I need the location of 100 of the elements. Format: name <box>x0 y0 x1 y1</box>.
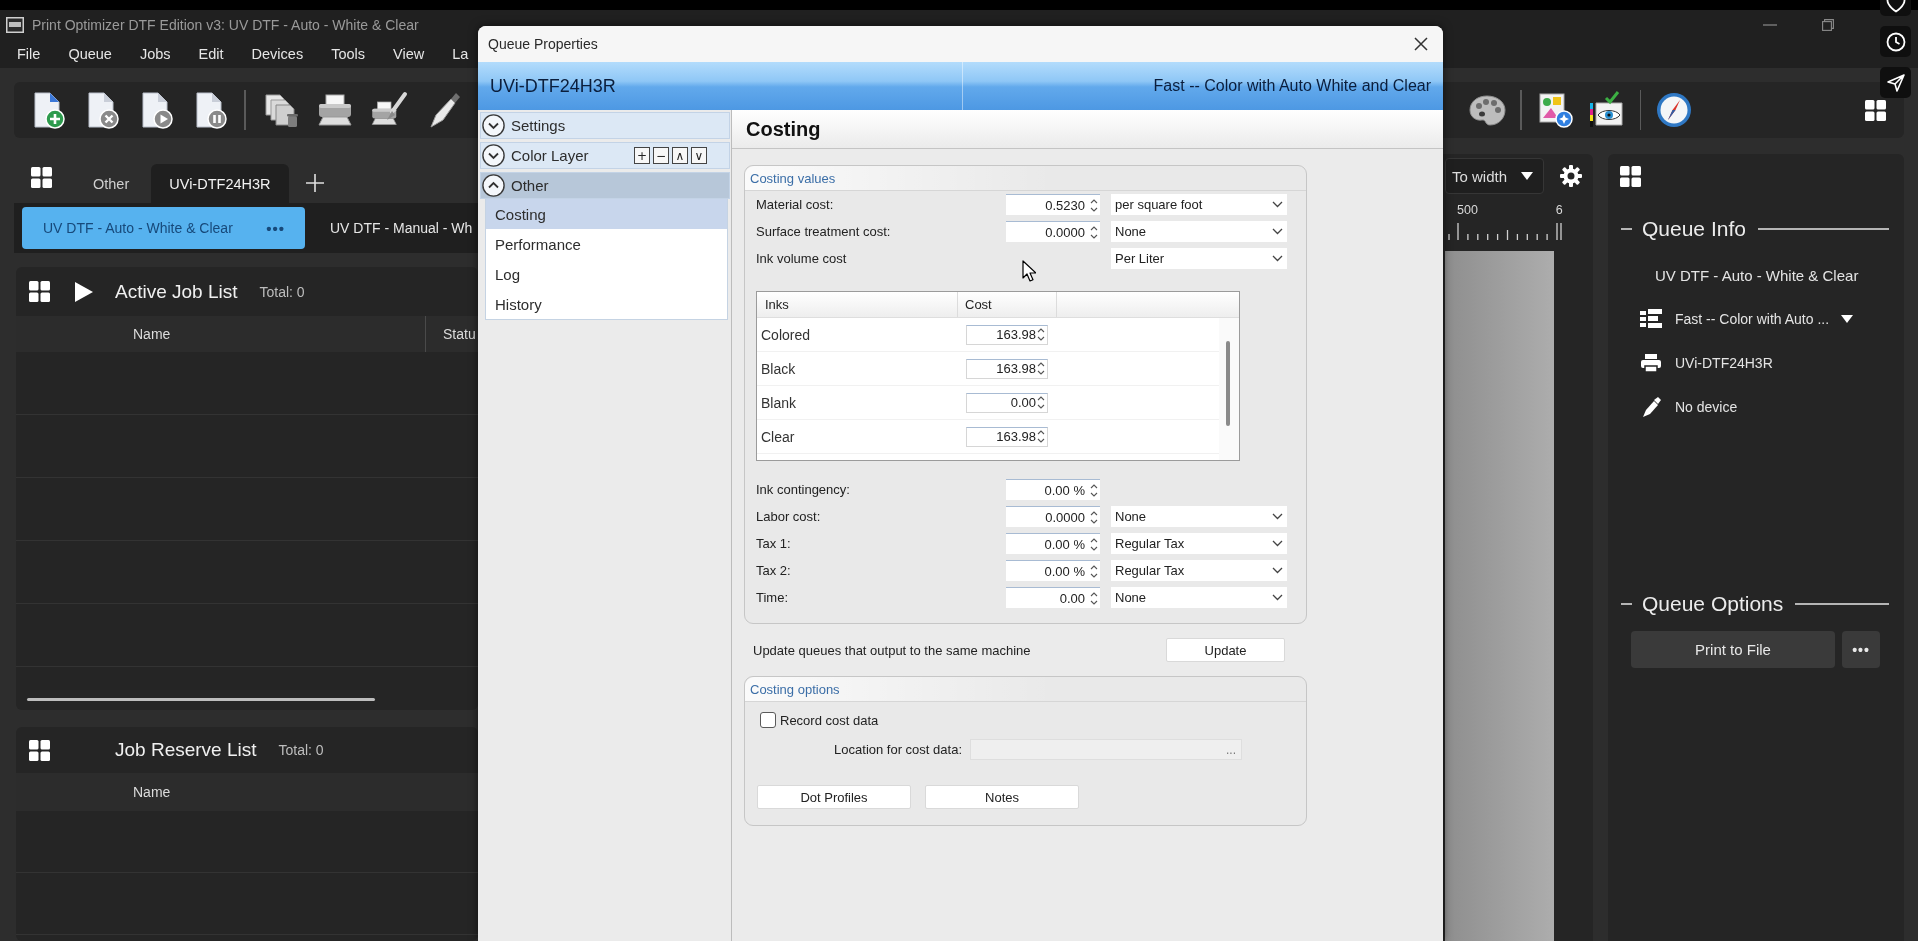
spin-field[interactable]: 0.0000 <box>1006 506 1100 527</box>
menu-item[interactable]: Devices <box>251 46 304 62</box>
nav-section[interactable]: Color Layer + − ∧ ∨ <box>480 142 730 169</box>
spin-field[interactable]: 0.00 % <box>1006 479 1100 500</box>
spin-field[interactable]: 0.0000 <box>1006 221 1100 242</box>
tool-button[interactable]: − <box>653 147 669 164</box>
spin-field[interactable]: 0.00 <box>966 392 1048 413</box>
field-label: Tax 2: <box>756 563 791 578</box>
printer-name: UVi-DTF24H3R <box>490 75 616 97</box>
tool-button[interactable]: + <box>634 147 650 164</box>
eye-check-icon[interactable] <box>1587 91 1626 129</box>
menu-item[interactable]: La <box>452 46 469 62</box>
menu-item[interactable]: Queue <box>68 46 112 62</box>
spin-arrows-icon[interactable] <box>1090 482 1098 498</box>
chevron-down-icon[interactable] <box>1272 594 1283 601</box>
spin-field[interactable]: 0.00 % <box>1006 560 1100 581</box>
spin-field[interactable]: 163.98 <box>966 426 1048 447</box>
scrollbar-thumb[interactable] <box>1226 341 1230 426</box>
spin-arrows-icon[interactable] <box>1037 429 1045 444</box>
nav-item[interactable]: Costing <box>486 199 727 229</box>
spin-arrows-icon[interactable] <box>1090 563 1098 579</box>
plus-icon[interactable] <box>305 174 324 192</box>
browse-button[interactable]: ... <box>1226 742 1236 757</box>
spin-field[interactable]: 0.00 % <box>1006 533 1100 554</box>
more-button[interactable]: ••• <box>1842 631 1880 668</box>
dropdown[interactable]: Per Liter <box>1111 248 1287 269</box>
restore-icon[interactable] <box>1822 19 1834 31</box>
total-count: Total: 0 <box>259 283 305 300</box>
dialog-button[interactable]: Dot Profiles <box>757 785 911 809</box>
grid-icon[interactable] <box>1865 99 1886 121</box>
spin-arrows-icon[interactable] <box>1090 224 1098 240</box>
share-button[interactable] <box>1880 67 1911 98</box>
checkbox-label: Record cost data <box>780 712 879 728</box>
grid-icon[interactable] <box>29 739 50 761</box>
section-title: Queue Options <box>1642 592 1784 616</box>
queue-tab[interactable]: UV DTF - Auto - White & Clear ••• <box>22 207 305 249</box>
column-header: Name <box>133 784 171 800</box>
checkbox[interactable] <box>760 712 776 728</box>
spin-field[interactable]: 0.00 <box>1006 587 1100 608</box>
tab[interactable]: Other <box>75 164 148 203</box>
chevron-down-icon[interactable] <box>1272 228 1283 235</box>
menu-item[interactable]: File <box>17 46 41 62</box>
caret-down-icon[interactable] <box>1521 172 1533 180</box>
spin-field[interactable]: 163.98 <box>966 358 1048 379</box>
chevron-down-icon[interactable] <box>482 114 505 137</box>
chevron-down-icon[interactable] <box>1272 567 1283 574</box>
chevron-down-icon[interactable] <box>1272 201 1283 208</box>
dropdown[interactable]: None <box>1111 506 1287 527</box>
dialog-button[interactable]: Notes <box>925 785 1079 809</box>
chevron-down-icon[interactable] <box>482 144 505 167</box>
nav-section[interactable]: Settings <box>480 112 730 139</box>
play-icon[interactable] <box>75 281 93 302</box>
chevron-down-icon[interactable] <box>1272 255 1283 262</box>
nav-item[interactable]: History <box>486 289 727 319</box>
print-to-file-button[interactable]: Print to File <box>1631 631 1835 668</box>
compass-icon[interactable] <box>1655 91 1693 129</box>
spin-arrows-icon[interactable] <box>1037 327 1045 342</box>
spin-arrows-icon[interactable] <box>1090 590 1098 606</box>
dropdown[interactable]: Regular Tax <box>1111 533 1287 554</box>
grid-icon[interactable] <box>29 281 50 302</box>
nav-section[interactable]: Other <box>480 172 730 199</box>
dropdown[interactable]: None <box>1111 587 1287 608</box>
more-button[interactable]: ••• <box>266 219 285 237</box>
spin-field[interactable]: 163.98 <box>966 324 1048 345</box>
printer-icon[interactable] <box>315 91 354 129</box>
fit-dropdown[interactable]: To width <box>1445 158 1544 194</box>
grid-icon[interactable] <box>1620 166 1641 187</box>
dropdown[interactable]: Regular Tax <box>1111 560 1287 581</box>
heart-icon <box>1885 0 1906 13</box>
column-header: Cost <box>958 292 1057 317</box>
grid-icon[interactable] <box>31 167 52 188</box>
menu-item[interactable]: Edit <box>198 46 224 62</box>
dropdown[interactable]: per square foot <box>1111 194 1287 215</box>
gear-icon[interactable] <box>1560 165 1582 187</box>
nav-item[interactable]: Log <box>486 259 727 289</box>
caret-down-icon[interactable] <box>1841 315 1854 323</box>
spin-arrows-icon[interactable] <box>1037 395 1045 410</box>
spin-arrows-icon[interactable] <box>1090 536 1098 552</box>
scrollbar-thumb[interactable] <box>27 698 375 701</box>
chevron-up-icon[interactable] <box>482 174 505 197</box>
chevron-down-icon[interactable] <box>1272 513 1283 520</box>
tool-button[interactable]: ∨ <box>691 147 707 164</box>
path-field[interactable]: ... <box>970 739 1242 760</box>
menu-item[interactable]: View <box>393 46 425 62</box>
spin-arrows-icon[interactable] <box>1090 509 1098 525</box>
close-icon[interactable] <box>1414 37 1428 51</box>
clock-button[interactable] <box>1880 26 1911 57</box>
nav-item[interactable]: Performance <box>486 229 727 259</box>
tab[interactable]: UVi-DTF24H3R <box>151 164 289 203</box>
menu-item[interactable]: Tools <box>331 46 365 62</box>
spin-arrows-icon[interactable] <box>1090 197 1098 213</box>
tool-button[interactable]: ∧ <box>672 147 688 164</box>
spin-arrows-icon[interactable] <box>1037 361 1045 376</box>
dropdown[interactable]: None <box>1111 221 1287 242</box>
spin-field[interactable]: 0.5230 <box>1006 194 1100 215</box>
update-button[interactable]: Update <box>1166 638 1285 662</box>
info-text: Fast -- Color with Auto ... <box>1675 311 1830 327</box>
chevron-down-icon[interactable] <box>1272 540 1283 547</box>
queue-tab[interactable]: UV DTF - Manual - Wh <box>330 207 473 249</box>
menu-item[interactable]: Jobs <box>139 46 171 62</box>
